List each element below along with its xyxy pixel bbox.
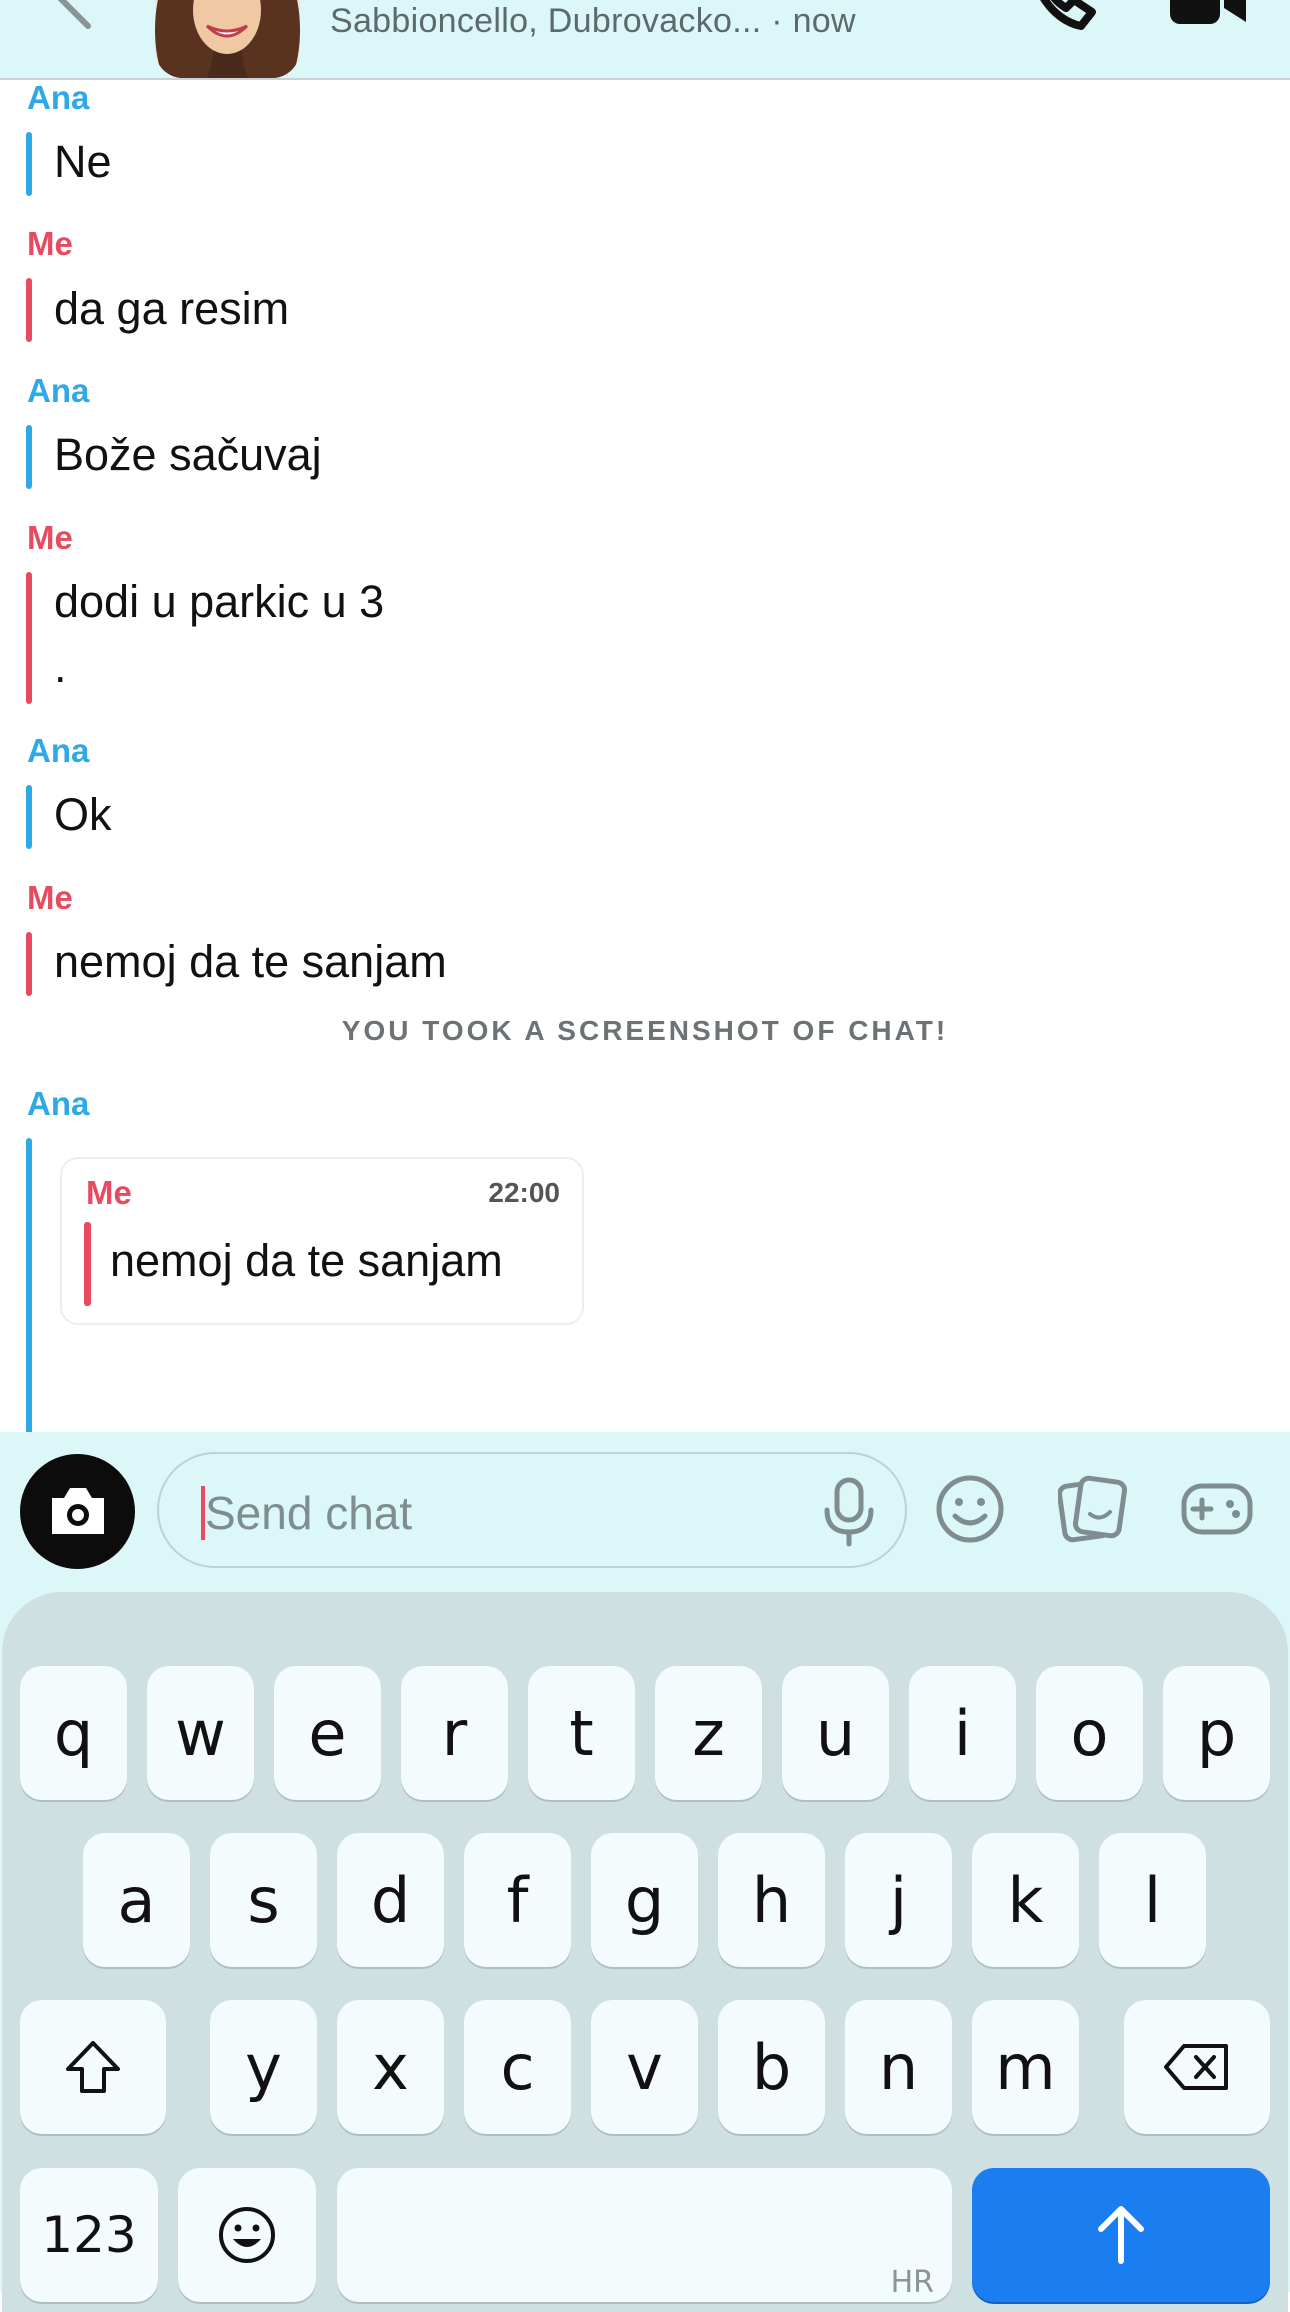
location-label: Sabbioncello, Dubrovacko... [330,2,762,40]
video-icon[interactable] [1168,0,1248,30]
back-icon[interactable] [48,0,108,30]
key-h[interactable]: h [718,1833,825,1967]
backspace-icon [1164,2044,1228,2090]
key-s[interactable]: s [210,1833,317,1967]
send-return-key[interactable] [972,2168,1270,2302]
sender-label: Me [27,879,73,916]
key-q[interactable]: q [20,1666,127,1800]
sender-label: Ana [27,79,90,116]
key-x[interactable]: x [337,2000,444,2134]
key-y[interactable]: y [210,2000,317,2134]
sender-label: Me [27,225,73,262]
message-bar [26,132,32,196]
camera-button[interactable] [20,1454,135,1569]
emoji-key[interactable] [178,2168,316,2302]
key-g[interactable]: g [591,1833,698,1967]
key-o[interactable]: o [1036,1666,1143,1800]
sender-label: Ana [27,372,90,409]
chat-header: Sabbioncello, Dubrovacko... · now [0,0,1290,80]
game-icon[interactable] [1180,1474,1254,1544]
key-n[interactable]: n [845,2000,952,2134]
message-text[interactable]: Ok [54,788,112,842]
message-bar [26,785,32,849]
sender-label: Me [27,519,73,556]
key-l[interactable]: l [1099,1833,1206,1967]
shift-key[interactable] [20,2000,166,2134]
arrow-up-icon [1098,2206,1144,2264]
key-f[interactable]: f [464,1833,571,1967]
key-m[interactable]: m [972,2000,1079,2134]
shift-icon [66,2041,120,2093]
backspace-key[interactable] [1124,2000,1270,2134]
key-b[interactable]: b [718,2000,825,2134]
key-d[interactable]: d [337,1833,444,1967]
key-t[interactable]: t [528,1666,635,1800]
message-bar [26,278,32,342]
quote-text: nemoj da te sanjam [110,1235,503,1286]
chat-thread: Ana Ne Me da ga resim Ana Bože sačuvaj M… [0,79,1290,1498]
message-bar [26,932,32,996]
key-u[interactable]: u [782,1666,889,1800]
call-icon[interactable] [1026,0,1096,30]
avatar[interactable] [155,0,300,78]
send-chat-input[interactable]: Send chat [157,1452,907,1568]
keyboard-language-label: HR [890,2265,934,2300]
key-e[interactable]: e [274,1666,381,1800]
keyboard: qwertzuiop asdfghjkl yxcvbnm 123 HR [0,1592,1290,2312]
message-text[interactable]: nemoj da te sanjam [54,935,447,989]
quote-time: 22:00 [488,1177,560,1208]
quote-bar [84,1222,91,1306]
screenshot-notice: YOU TOOK A SCREENSHOT OF CHAT! [341,1015,949,1046]
chat-input-bar: Send chat [0,1432,1290,1592]
message-bar [26,425,32,489]
message-text[interactable]: . [54,640,67,694]
message-text[interactable]: Ne [54,135,112,189]
mic-icon[interactable] [819,1476,879,1548]
quote-sender: Me [86,1174,132,1211]
sender-label: Ana [27,732,90,769]
key-z[interactable]: z [655,1666,762,1800]
camera-icon [52,1488,104,1534]
key-k[interactable]: k [972,1833,1079,1967]
message-text[interactable]: da ga resim [54,282,289,336]
space-key[interactable]: HR [337,2168,952,2302]
key-w[interactable]: w [147,1666,254,1800]
send-chat-placeholder: Send chat [205,1487,413,1539]
status-time: · now [771,2,856,40]
sender-label: Ana [27,1085,90,1122]
numbers-key[interactable]: 123 [20,2168,158,2302]
key-i[interactable]: i [909,1666,1016,1800]
key-r[interactable]: r [401,1666,508,1800]
header-subtitle: Sabbioncello, Dubrovacko... · now [330,2,856,41]
message-bar [26,572,32,704]
key-j[interactable]: j [845,1833,952,1967]
message-text[interactable]: dodi u parkic u 3 [54,575,384,629]
message-text[interactable]: Bože sačuvaj [54,428,322,482]
emoji-keyboard-icon [219,2207,275,2263]
quoted-message[interactable]: Me 22:00 nemoj da te sanjam [60,1157,584,1325]
emoji-icon[interactable] [935,1474,1005,1544]
key-c[interactable]: c [464,2000,571,2134]
key-a[interactable]: a [83,1833,190,1967]
key-v[interactable]: v [591,2000,698,2134]
key-p[interactable]: p [1163,1666,1270,1800]
sticker-icon[interactable] [1058,1474,1128,1544]
